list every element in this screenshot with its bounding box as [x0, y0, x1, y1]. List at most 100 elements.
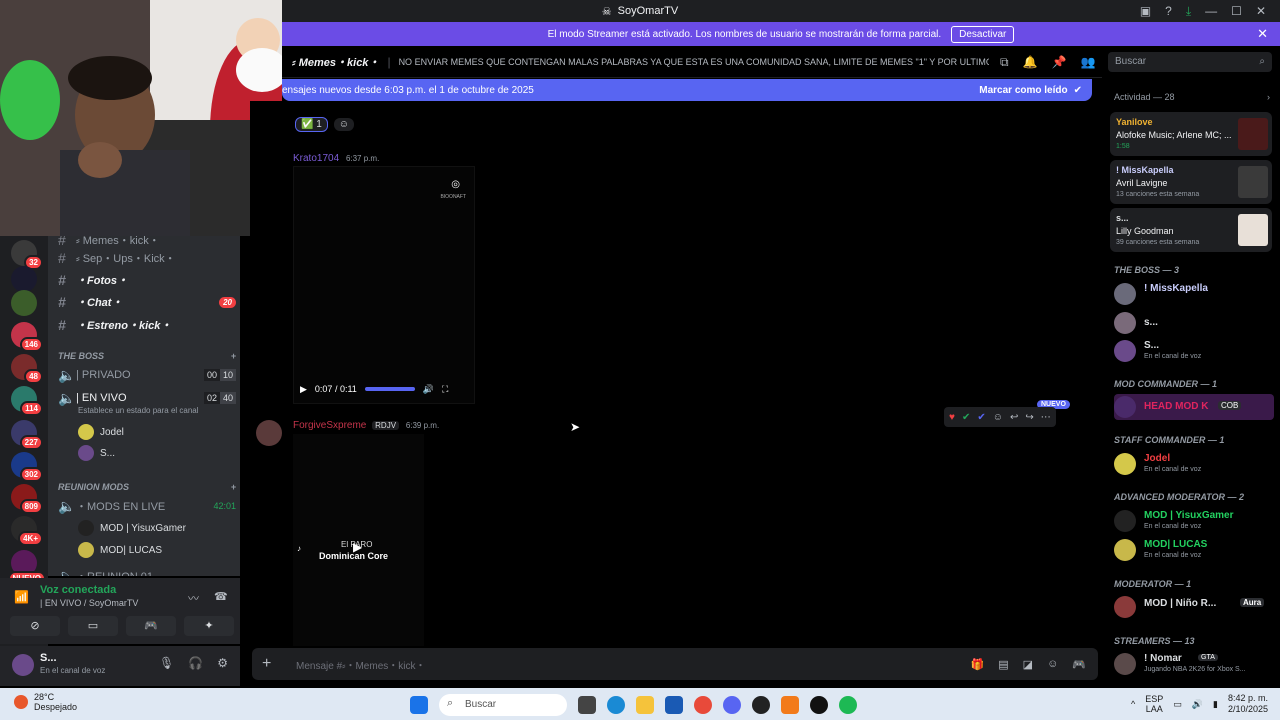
headphones-icon[interactable]: 🎧: [188, 656, 203, 670]
sticker-icon[interactable]: ◪: [1023, 658, 1033, 671]
voice-user[interactable]: Jodel: [78, 422, 124, 442]
activity-button[interactable]: 🎮: [126, 616, 176, 636]
reaction-checkmark[interactable]: ✅ 1: [295, 116, 328, 132]
server-icon[interactable]: 48: [11, 354, 43, 384]
mark-as-read-button[interactable]: Marcar como leído: [979, 85, 1067, 96]
voice-channel-en-vivo[interactable]: 🔈 | EN VIVO 02 40: [58, 388, 236, 408]
server-icon[interactable]: 302: [11, 452, 43, 482]
gift-icon[interactable]: 🎁: [971, 658, 985, 671]
signal-icon[interactable]: 📶: [14, 590, 29, 604]
new-messages-bar[interactable]: ensajes nuevos desde 6:03 p.m. el 1 de o…: [282, 79, 1092, 101]
activity-card[interactable]: ! MissKapella Avril Lavigne 13 canciones…: [1110, 160, 1272, 204]
message-author[interactable]: Krato1704: [293, 153, 339, 164]
member-item[interactable]: MOD | Niño R... Aura: [1114, 594, 1276, 620]
video-attachment[interactable]: El PARO Dominican Core ▶ ♪: [293, 434, 424, 646]
activity-card[interactable]: s... Lilly Goodman 39 canciones esta sem…: [1110, 208, 1272, 252]
server-icon[interactable]: [11, 290, 37, 316]
threads-icon[interactable]: ⧉: [1000, 55, 1009, 70]
forward-icon[interactable]: ↪: [1025, 412, 1033, 423]
check-reaction-icon[interactable]: ✔: [962, 412, 970, 423]
noise-suppression-icon[interactable]: 〰: [188, 590, 199, 606]
user-name[interactable]: S...: [40, 652, 57, 664]
screen-share-button[interactable]: ▭: [68, 616, 118, 636]
server-icon[interactable]: 114: [11, 386, 43, 416]
member-item[interactable]: S... En el canal de voz: [1114, 338, 1276, 364]
voice-channel-mods-en-live[interactable]: 🔈 ・MODS EN LIVE 42:01: [58, 496, 236, 516]
channel-sep-ups[interactable]: # ⸗ Sep・Ups・Kick・: [58, 248, 236, 268]
voice-user[interactable]: MOD| LUCAS: [78, 540, 162, 560]
disconnect-icon[interactable]: ☎: [214, 590, 228, 603]
store-icon[interactable]: [665, 696, 683, 714]
add-channel-icon[interactable]: +: [231, 351, 236, 361]
camera-off-button[interactable]: ⊘: [10, 616, 60, 636]
emoji-icon[interactable]: ☺: [1047, 658, 1058, 671]
server-icon[interactable]: 146: [11, 322, 43, 352]
soundboard-button[interactable]: ✦: [184, 616, 234, 636]
server-icon[interactable]: 32: [11, 240, 43, 270]
member-item[interactable]: ! Nomar GTA Jugando NBA 2K26 for Xbox S...: [1114, 651, 1276, 677]
member-item[interactable]: Jodel En el canal de voz: [1114, 451, 1276, 477]
add-reaction-icon[interactable]: ☺: [993, 412, 1003, 423]
voice-channel-info[interactable]: | EN VIVO / SoyOmarTV: [40, 598, 138, 608]
download-icon[interactable]: ⤓: [1186, 4, 1191, 19]
member-item[interactable]: ! MissKapella: [1114, 281, 1276, 307]
obs-icon[interactable]: [752, 696, 770, 714]
avatar[interactable]: [12, 654, 34, 676]
settings-gear-icon[interactable]: ⚙: [217, 656, 228, 670]
attach-plus-icon[interactable]: +: [262, 655, 282, 673]
member-item[interactable]: MOD| LUCAS En el canal de voz: [1114, 537, 1276, 563]
gif-icon[interactable]: ▤: [998, 658, 1008, 671]
voice-user[interactable]: MOD | YisuxGamer: [78, 518, 186, 538]
category-reunion-mods[interactable]: REUNION MODS +: [58, 482, 236, 492]
weather-widget[interactable]: 28°C Despejado: [14, 692, 77, 712]
close-window-button[interactable]: ✕: [1256, 4, 1266, 18]
server-icon[interactable]: 4K+: [11, 516, 43, 546]
task-view-icon[interactable]: [578, 696, 596, 714]
deactivate-button[interactable]: Desactivar: [951, 25, 1015, 43]
network-icon[interactable]: ▭: [1173, 699, 1182, 710]
message-input[interactable]: + Mensaje #⸗・Memes・kick・ 🎁 ▤ ◪ ☺ 🎮: [252, 648, 1098, 680]
video-progress[interactable]: [364, 387, 415, 391]
search-input[interactable]: Buscar ⌕: [1108, 52, 1272, 72]
reply-icon[interactable]: ↩: [1010, 412, 1018, 423]
microphone-icon[interactable]: 🎙: [159, 656, 174, 670]
server-icon[interactable]: [11, 266, 37, 292]
voice-user[interactable]: S...: [78, 443, 115, 463]
voice-channel-reunion-01[interactable]: 🔈・REUNION 01: [58, 566, 236, 577]
channel-topic[interactable]: NO ENVIAR MEMES QUE CONTENGAN MALAS PALA…: [399, 57, 989, 67]
chevron-up-icon[interactable]: ^: [1131, 699, 1135, 709]
server-icon[interactable]: 227: [11, 420, 43, 450]
add-reaction-icon[interactable]: ☺: [333, 117, 355, 131]
language-indicator[interactable]: ESP LAA: [1145, 694, 1163, 714]
windows-start-icon[interactable]: [410, 696, 428, 714]
minimize-button[interactable]: —: [1205, 4, 1217, 18]
video-attachment[interactable]: ◎ BIOONAFT ▶ 0:07 / 0:11 🔊 ⛶: [293, 166, 475, 404]
server-icon[interactable]: 809: [11, 484, 43, 514]
volume-icon[interactable]: 🔊: [423, 384, 434, 395]
file-explorer-icon[interactable]: [636, 696, 654, 714]
app-icon[interactable]: [781, 696, 799, 714]
notification-bell-icon[interactable]: 🔔: [1023, 55, 1038, 69]
channel-estreno[interactable]: # ・Estreno・kick・: [58, 315, 236, 335]
edge-icon[interactable]: [607, 696, 625, 714]
message-author[interactable]: ForgiveSxpreme: [293, 420, 366, 431]
voice-status[interactable]: Voz conectada: [40, 584, 116, 596]
play-icon[interactable]: ▶: [300, 384, 307, 395]
clock[interactable]: 8:42 p. m. 2/10/2025: [1228, 693, 1268, 715]
maximize-button[interactable]: ☐: [1231, 4, 1242, 18]
voice-channel-privado[interactable]: 🔈 | PRIVADO 00 10: [58, 365, 236, 385]
member-item[interactable]: HEAD MOD K COB: [1114, 394, 1274, 420]
taskbar-search[interactable]: ⌕ Buscar: [439, 694, 567, 716]
close-banner-icon[interactable]: ✕: [1257, 26, 1268, 42]
spotify-icon[interactable]: [839, 696, 857, 714]
member-item[interactable]: s...: [1114, 310, 1276, 336]
activity-card[interactable]: Yanilove Alofoke Music; Arlene MC; ... 1…: [1110, 112, 1272, 156]
channel-fotos[interactable]: # ・Fotos・: [58, 270, 236, 290]
add-channel-icon[interactable]: +: [231, 482, 236, 492]
battery-icon[interactable]: ▮: [1213, 699, 1218, 710]
category-the-boss[interactable]: THE BOSS +: [58, 351, 236, 361]
channel-chat[interactable]: # ・Chat・ 20: [58, 292, 236, 312]
discord-icon[interactable]: [723, 696, 741, 714]
help-icon[interactable]: ?: [1165, 4, 1172, 18]
more-options-icon[interactable]: ⋯: [1041, 412, 1051, 423]
